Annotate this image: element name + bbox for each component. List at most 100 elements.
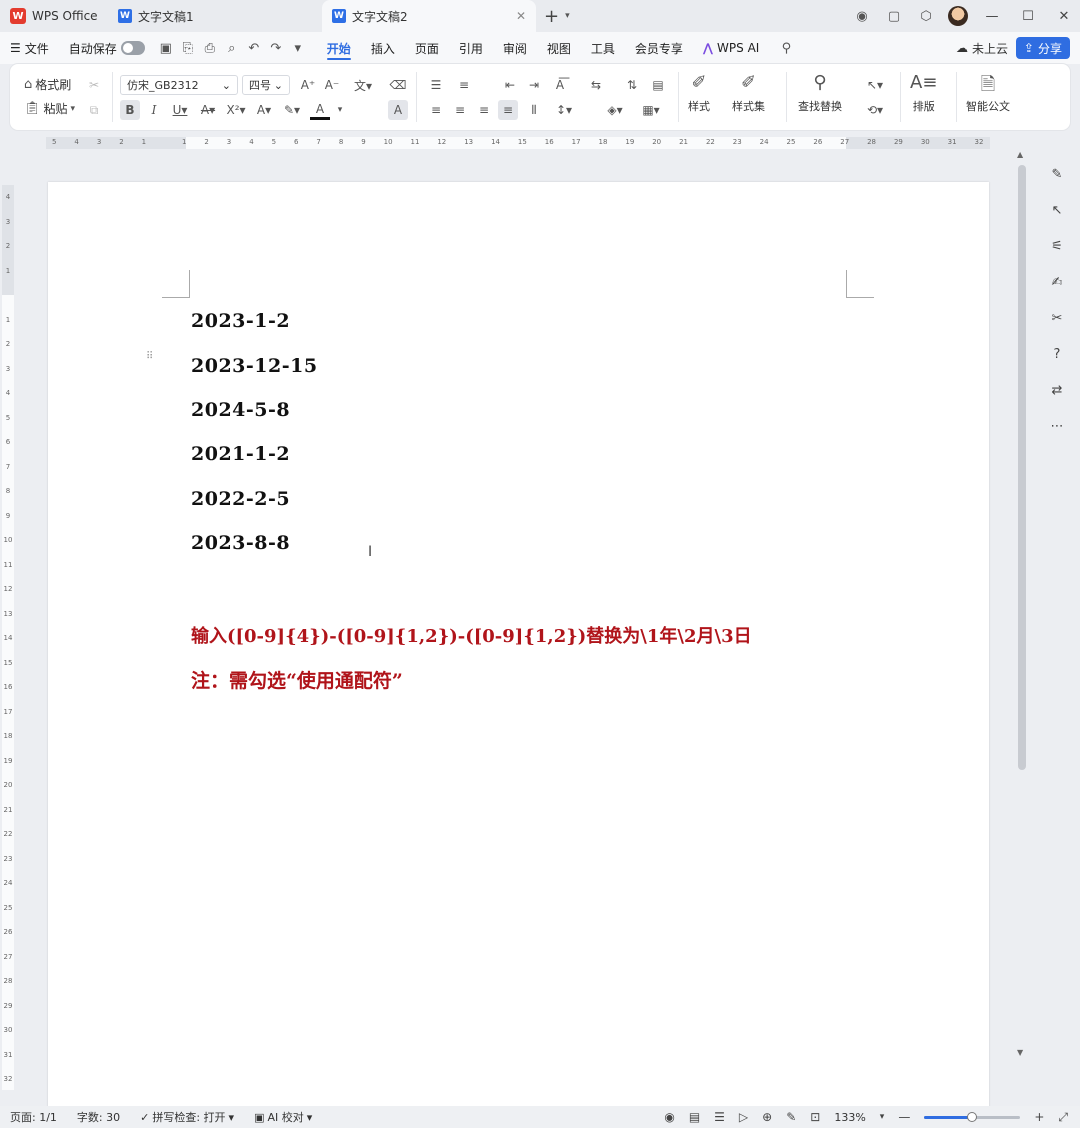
print-icon[interactable]: ⎙ <box>199 37 221 59</box>
font-size-select[interactable]: 四号 ⌄ <box>242 75 290 95</box>
web-view-icon[interactable]: ⊕ <box>762 1110 772 1124</box>
write-mode-icon[interactable]: ✎ <box>786 1110 796 1124</box>
scroll-up-icon[interactable]: ▲ <box>1017 150 1023 159</box>
increase-indent-icon[interactable]: ⇥ <box>524 75 544 95</box>
translate-icon[interactable]: ⇄ <box>1047 381 1067 400</box>
share-button[interactable]: ⇪ 分享 <box>1015 37 1070 59</box>
shading-fill-icon[interactable]: ◈▾ <box>602 100 628 120</box>
eye-protection-icon[interactable]: ◉ <box>664 1110 674 1124</box>
font-name-select[interactable]: 仿宋_GB2312 ⌄ <box>120 75 238 95</box>
text-direction-icon[interactable]: ⇆ <box>586 75 606 95</box>
cut-icon[interactable]: ✂ <box>84 75 104 95</box>
menu-reference[interactable]: 引用 <box>449 32 493 64</box>
ai-proof-button[interactable]: ▣ AI 校对 ▾ <box>244 1109 322 1125</box>
vertical-scrollbar[interactable] <box>1018 165 1026 770</box>
avatar[interactable] <box>944 2 972 30</box>
highlight-icon[interactable]: ✎▾ <box>282 100 302 120</box>
bold-icon[interactable]: B <box>120 100 140 120</box>
chevron-down-icon[interactable]: ▾ <box>330 100 350 120</box>
drag-handle-icon[interactable]: ⠿ <box>146 352 153 362</box>
maximize-button[interactable]: ☐ <box>1012 0 1044 32</box>
zoom-level[interactable]: 133% <box>834 1111 865 1124</box>
word-count[interactable]: 字数: 30 <box>67 1109 130 1125</box>
horizontal-ruler[interactable]: 5 4 3 2 1 1 2 3 4 5 6 7 8 9 10 11 12 13 14 15 16 17 18 19 20 21 22… <box>46 137 990 149</box>
fit-page-icon[interactable]: ⊡ <box>810 1110 820 1124</box>
format-painter-button[interactable]: ⌂ 格式刷 <box>24 76 71 93</box>
select-cursor-icon[interactable]: ↖▾ <box>862 75 888 95</box>
pen-icon[interactable]: ✎ <box>1047 165 1067 184</box>
tab-document-1[interactable]: W 文字文稿1 <box>108 0 322 32</box>
scroll-down-icon[interactable]: ▼ <box>1017 1048 1023 1057</box>
sort-icon[interactable]: ⇅ <box>622 75 642 95</box>
italic-icon[interactable]: I <box>144 100 164 120</box>
menu-member[interactable]: 会员专享 <box>625 32 693 64</box>
save-icon[interactable]: ▣ <box>155 37 177 59</box>
note-line[interactable]: 注：需勾选“使用通配符” <box>191 666 403 693</box>
align-left-icon[interactable]: ≡ <box>426 100 446 120</box>
clear-format-icon[interactable]: ⌫ <box>388 75 408 95</box>
date-line[interactable]: 2021-1-2 <box>191 443 290 465</box>
document-page[interactable]: ⠿ 2023-1-2 2023-12-15 2024-5-8 2021-1-2 … <box>48 182 989 1112</box>
help-icon[interactable]: ? <box>1047 345 1067 364</box>
numbered-list-icon[interactable]: ≡ <box>454 75 474 95</box>
export-icon[interactable]: ⎘ <box>177 37 199 59</box>
strikethrough-icon[interactable]: A▾ <box>198 100 218 120</box>
ai-write-icon[interactable]: ✍ <box>1047 273 1067 292</box>
menu-view[interactable]: 视图 <box>537 32 581 64</box>
style-set-button[interactable]: ✐ 样式集 <box>732 72 765 114</box>
instruction-line[interactable]: 输入([0-9]{4})-([0-9]{1,2})-([0-9]{1,2})替换… <box>191 622 752 648</box>
select-arrow-icon[interactable]: ↖ <box>1047 201 1067 220</box>
read-mode-icon[interactable]: ▷ <box>739 1110 748 1124</box>
fullscreen-icon[interactable]: ⤢ <box>1058 1110 1068 1125</box>
tab-document-2[interactable]: W 文字文稿2 ✕ <box>322 0 536 32</box>
toggle-switch[interactable] <box>120 41 145 55</box>
page-count[interactable]: 页面: 1/1 <box>0 1109 67 1125</box>
cube-icon[interactable]: ⬡ <box>912 2 940 30</box>
copy-icon[interactable]: ⧉ <box>84 100 104 120</box>
date-line[interactable]: 2023-1-2 <box>191 310 290 332</box>
date-line[interactable]: 2023-12-15 <box>191 355 318 377</box>
date-line[interactable]: 2024-5-8 <box>191 399 290 421</box>
zoom-slider-handle[interactable] <box>967 1111 978 1122</box>
zoom-out-icon[interactable]: — <box>898 1110 910 1124</box>
tools-icon[interactable]: ✂ <box>1047 309 1067 328</box>
date-line[interactable]: 2023-8-8 <box>191 532 290 554</box>
vertical-ruler[interactable]: 4 3 2 1 1 2 3 4 5 6 7 8 9 10 11 12 13 14 15 16 17 18 19 20 21 22 2… <box>2 185 14 1090</box>
menu-tools[interactable]: 工具 <box>581 32 625 64</box>
align-center-icon[interactable]: ≡ <box>450 100 470 120</box>
styles-button[interactable]: ✐ 样式 <box>688 72 710 114</box>
grow-font-icon[interactable]: A⁺ <box>298 75 318 95</box>
more-icon[interactable]: ⋯ <box>1047 417 1067 436</box>
adjust-sliders-icon[interactable]: ⚟ <box>1047 237 1067 256</box>
new-tab-button[interactable]: + <box>544 6 559 27</box>
chevron-down-icon[interactable]: ▾ <box>880 1112 885 1122</box>
char-shading-icon[interactable]: A <box>388 100 408 120</box>
border-icon[interactable]: ▦▾ <box>638 100 664 120</box>
show-marks-icon[interactable]: ▤ <box>648 75 668 95</box>
phonetic-guide-icon[interactable]: 文▾ <box>348 75 378 95</box>
date-line[interactable]: 2022-2-5 <box>191 488 290 510</box>
page-view-icon[interactable]: ▤ <box>689 1110 700 1124</box>
autosave-toggle[interactable]: 自动保存 <box>59 32 155 64</box>
decrease-indent-icon[interactable]: ⇤ <box>500 75 520 95</box>
spellcheck-status[interactable]: ✓ 拼写检查: 打开 ▾ <box>130 1109 244 1125</box>
print-preview-icon[interactable]: ⌕ <box>221 37 243 59</box>
superscript-icon[interactable]: X²▾ <box>224 100 248 120</box>
chevron-down-icon[interactable]: ▾ <box>565 11 570 21</box>
file-menu[interactable]: ☰ 文件 <box>0 32 59 64</box>
undo-icon[interactable]: ↶ <box>243 37 265 59</box>
close-window-button[interactable]: ✕ <box>1048 0 1080 32</box>
bullet-list-icon[interactable]: ☰ <box>426 75 446 95</box>
menu-page[interactable]: 页面 <box>405 32 449 64</box>
distributed-align-icon[interactable]: ⫴ <box>524 100 544 120</box>
color-circle-icon[interactable]: ◉ <box>848 2 876 30</box>
menu-insert[interactable]: 插入 <box>361 32 405 64</box>
underline-icon[interactable]: U▾ <box>170 100 190 120</box>
shrink-font-icon[interactable]: A⁻ <box>322 75 342 95</box>
menu-start[interactable]: 开始 <box>317 32 361 64</box>
window-layout-icon[interactable]: ▢ <box>880 2 908 30</box>
arrange-button[interactable]: A≡ 排版 <box>910 72 937 114</box>
menu-review[interactable]: 审阅 <box>493 32 537 64</box>
minimize-button[interactable]: — <box>976 0 1008 32</box>
align-right-icon[interactable]: ≡ <box>474 100 494 120</box>
